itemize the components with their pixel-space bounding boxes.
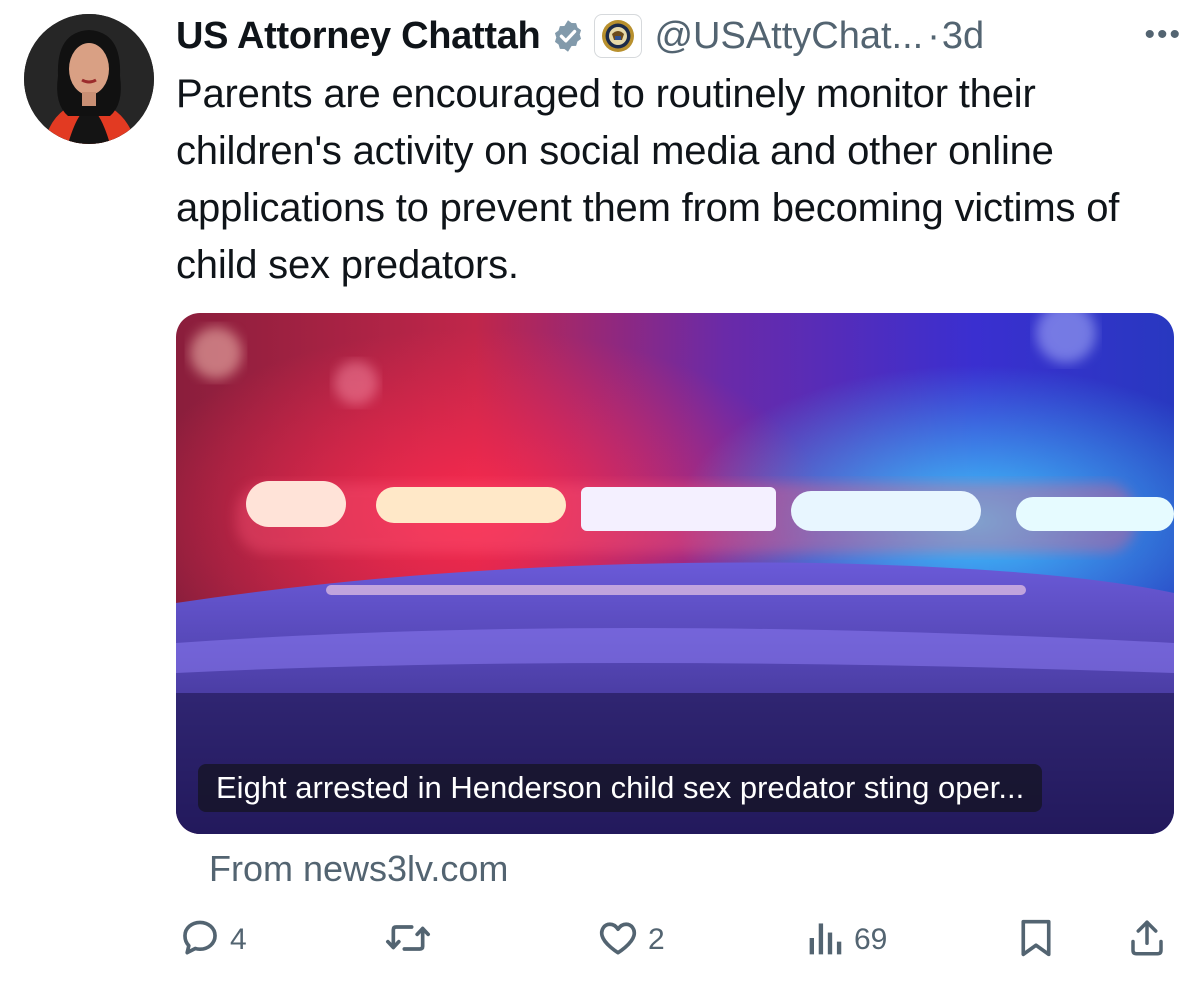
repost-button[interactable]	[384, 912, 440, 968]
reply-icon	[178, 916, 222, 965]
avatar[interactable]	[24, 14, 154, 144]
views-count: 69	[854, 923, 888, 956]
bookmark-button[interactable]	[1016, 912, 1056, 968]
doj-seal-icon[interactable]	[594, 14, 643, 58]
tweet-text: Parents are encouraged to routinely moni…	[176, 72, 1120, 287]
action-bar: 4 2 69	[176, 912, 1176, 968]
link-card[interactable]: Eight arrested in Henderson child sex pr…	[176, 313, 1174, 834]
reply-button[interactable]: 4	[178, 912, 247, 968]
reply-count: 4	[230, 923, 247, 956]
views-icon	[806, 916, 846, 965]
verified-badge-icon[interactable]	[550, 18, 586, 54]
card-image	[176, 313, 1174, 834]
separator-dot: ·	[927, 14, 940, 57]
handle[interactable]: @USAttyChat...	[654, 15, 923, 58]
heart-icon	[596, 916, 640, 965]
timestamp[interactable]: 3d	[942, 15, 984, 58]
card-source[interactable]: From news3lv.com	[209, 848, 508, 890]
share-icon	[1126, 916, 1168, 965]
tweet-header: US Attorney Chattah @USAttyChat... · 3d …	[176, 10, 1186, 62]
like-button[interactable]: 2	[596, 912, 665, 968]
views-button[interactable]: 69	[806, 912, 887, 968]
share-button[interactable]	[1126, 912, 1168, 968]
like-count: 2	[648, 923, 665, 956]
card-title[interactable]: Eight arrested in Henderson child sex pr…	[198, 764, 1043, 812]
bookmark-icon	[1016, 916, 1056, 965]
display-name[interactable]: US Attorney Chattah	[176, 15, 541, 58]
repost-icon	[384, 916, 432, 965]
more-options-icon[interactable]: •••	[1144, 18, 1182, 52]
